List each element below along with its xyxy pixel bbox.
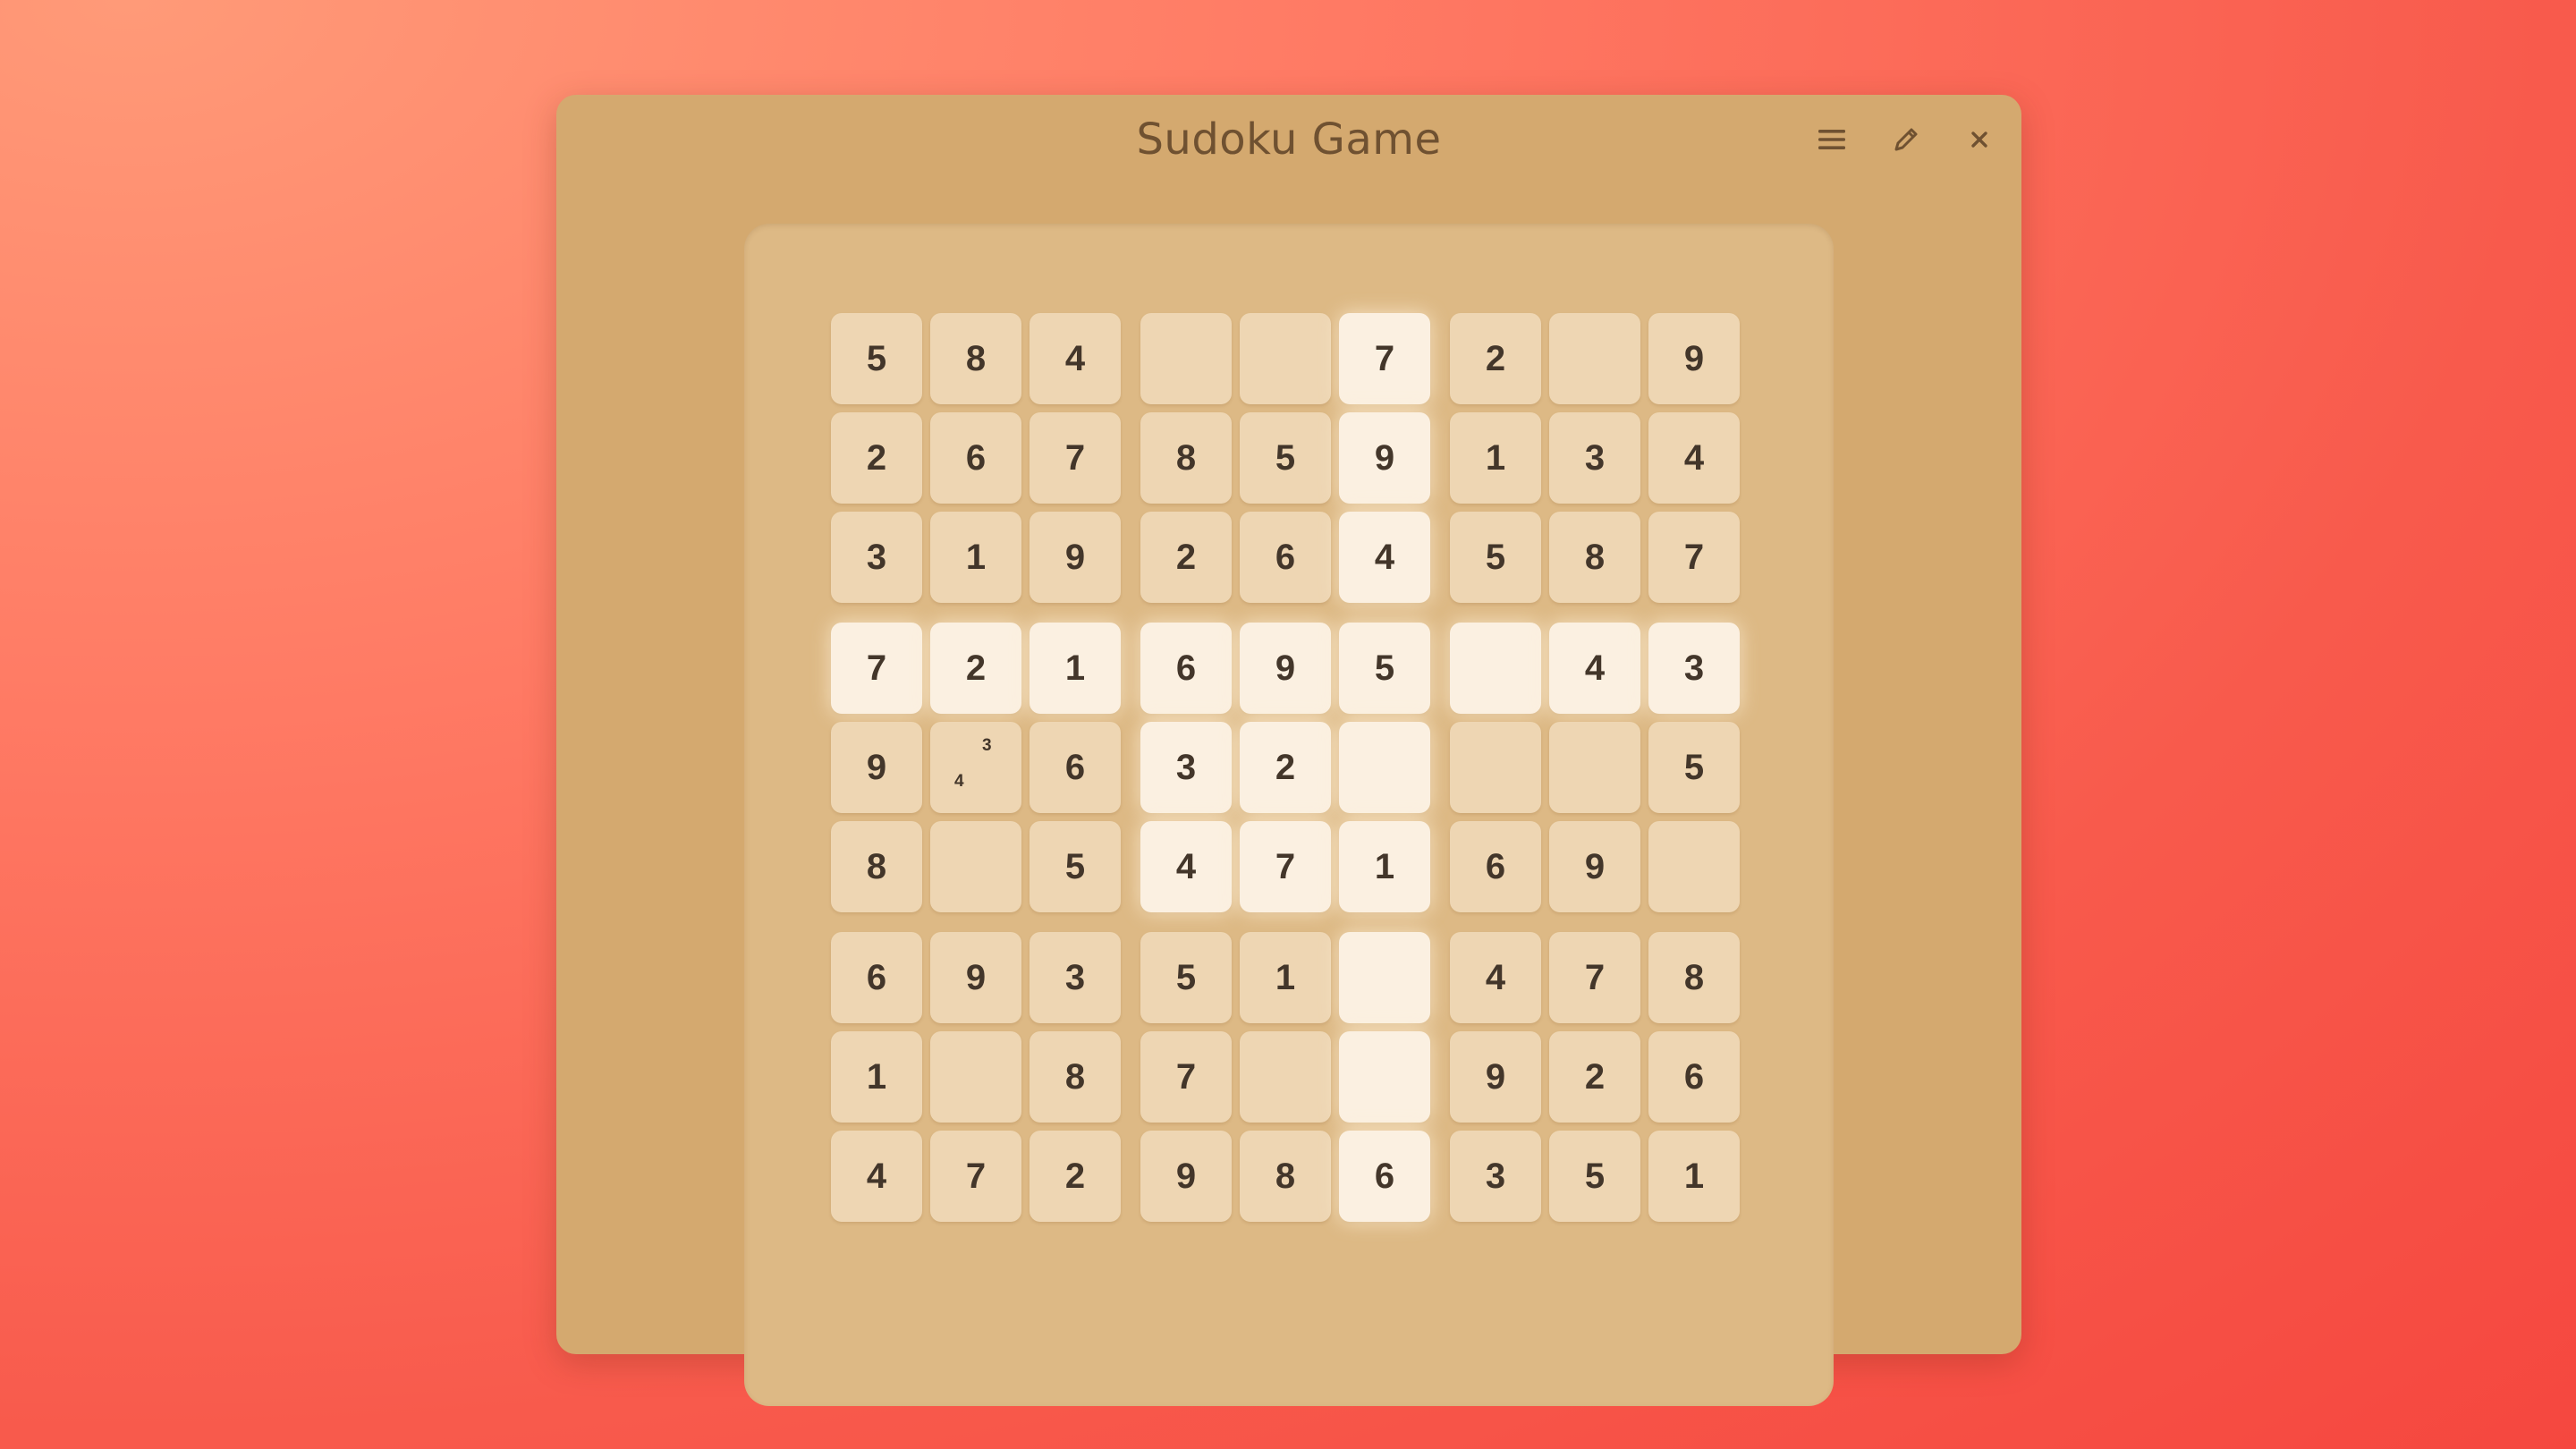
sudoku-cell[interactable]: 2 [1140,512,1232,603]
sudoku-cell[interactable]: 5 [1140,932,1232,1023]
sudoku-cell[interactable]: 1 [1030,623,1121,714]
sudoku-cell[interactable] [1140,313,1232,404]
sudoku-cell[interactable]: 4 [1339,512,1430,603]
sudoku-cell[interactable] [1339,1031,1430,1123]
sudoku-cell[interactable]: 1 [1648,1131,1740,1222]
sudoku-cell[interactable]: 4 [1140,821,1232,912]
sudoku-cell[interactable]: 1 [831,1031,922,1123]
sudoku-cell[interactable]: 2 [1030,1131,1121,1222]
sudoku-cell[interactable]: 8 [930,313,1021,404]
sudoku-cell[interactable]: 7 [930,1131,1021,1222]
sudoku-cell[interactable]: 7 [1339,313,1430,404]
sudoku-cell[interactable] [1240,1031,1331,1123]
sudoku-cell[interactable]: 2 [930,623,1021,714]
sudoku-cell[interactable]: 5 [1648,722,1740,813]
sudoku-cell[interactable]: 9 [1648,313,1740,404]
sudoku-cell[interactable] [1339,722,1430,813]
close-icon [1968,128,1991,151]
sudoku-cell[interactable]: 9 [1140,1131,1232,1222]
close-button[interactable] [1954,114,2004,165]
sudoku-cell[interactable]: 1 [930,512,1021,603]
sudoku-cell[interactable] [1648,821,1740,912]
sudoku-cell[interactable]: 8 [1140,412,1232,504]
sudoku-cell[interactable]: 6 [1140,623,1232,714]
sudoku-cell[interactable]: 7 [1240,821,1331,912]
sudoku-cell[interactable]: 4 [1648,412,1740,504]
sudoku-cell[interactable]: 8 [1030,1031,1121,1123]
menu-button[interactable] [1807,114,1857,165]
sudoku-cell[interactable] [1549,313,1640,404]
sudoku-cell[interactable] [1339,932,1430,1023]
sudoku-cell[interactable] [930,821,1021,912]
sudoku-cell[interactable]: 7 [1030,412,1121,504]
sudoku-cell[interactable]: 9 [1030,512,1121,603]
pencil-note: 3 [982,736,992,755]
sudoku-cell[interactable]: 3 [1140,722,1232,813]
sudoku-cell[interactable]: 9 [1240,623,1331,714]
sudoku-cell[interactable]: 5 [1549,1131,1640,1222]
sudoku-cell[interactable]: 7 [1140,1031,1232,1123]
sudoku-cell[interactable]: 5 [831,313,922,404]
sudoku-cell[interactable]: 2 [1450,313,1541,404]
sudoku-cell[interactable]: 7 [1549,932,1640,1023]
pencil-icon [1891,124,1921,155]
sudoku-cell[interactable]: 5 [1240,412,1331,504]
sudoku-cell[interactable]: 1 [1240,932,1331,1023]
sudoku-cell[interactable]: 2 [1549,1031,1640,1123]
sudoku-cell[interactable] [1240,313,1331,404]
sudoku-cell[interactable]: 9 [1450,1031,1541,1123]
sudoku-cell[interactable]: 34 [930,722,1021,813]
sudoku-cell[interactable]: 9 [930,932,1021,1023]
sudoku-cell[interactable]: 6 [1648,1031,1740,1123]
sudoku-cell[interactable]: 3 [1549,412,1640,504]
sudoku-cell[interactable]: 8 [1648,932,1740,1023]
pencil-note: 4 [954,772,964,791]
sudoku-cell[interactable]: 6 [930,412,1021,504]
sudoku-cell[interactable] [1450,623,1541,714]
title-bar: Sudoku Game [556,95,2021,181]
sudoku-cell[interactable]: 9 [1339,412,1430,504]
sudoku-cell[interactable] [1450,722,1541,813]
sudoku-cell[interactable]: 3 [1450,1131,1541,1222]
sudoku-cell[interactable]: 6 [1339,1131,1430,1222]
sudoku-cell[interactable] [930,1031,1021,1123]
sudoku-cell[interactable]: 1 [1339,821,1430,912]
sudoku-cell[interactable]: 4 [1030,313,1121,404]
sudoku-cell[interactable]: 8 [1549,512,1640,603]
sudoku-cell[interactable]: 6 [1030,722,1121,813]
pencil-mode-button[interactable] [1881,114,1931,165]
sudoku-cell[interactable]: 6 [831,932,922,1023]
sudoku-cell[interactable]: 8 [831,821,922,912]
sudoku-cell[interactable]: 6 [1240,512,1331,603]
window-title: Sudoku Game [1136,114,1442,165]
sudoku-cell[interactable]: 5 [1339,623,1430,714]
sudoku-cell[interactable]: 1 [1450,412,1541,504]
sudoku-cell[interactable]: 2 [1240,722,1331,813]
game-window: Sudoku Game 5 8 4 7 2 9 2 6 7 8 5 9 1 3 … [556,95,2021,1406]
sudoku-cell[interactable]: 5 [1450,512,1541,603]
sudoku-cell[interactable]: 3 [1030,932,1121,1023]
sudoku-cell[interactable]: 5 [1030,821,1121,912]
sudoku-cell[interactable]: 3 [1648,623,1740,714]
sudoku-board: 5847292678591343192645877216954393463258… [744,224,1834,1406]
sudoku-cell[interactable]: 2 [831,412,922,504]
sudoku-cell[interactable]: 7 [1648,512,1740,603]
sudoku-cell[interactable]: 7 [831,623,922,714]
sudoku-cell[interactable] [1549,722,1640,813]
sudoku-cell[interactable]: 9 [1549,821,1640,912]
sudoku-cell[interactable]: 4 [831,1131,922,1222]
sudoku-cell[interactable]: 4 [1549,623,1640,714]
sudoku-cell[interactable]: 6 [1450,821,1541,912]
sudoku-cell[interactable]: 8 [1240,1131,1331,1222]
sudoku-cell[interactable]: 9 [831,722,922,813]
sudoku-cell[interactable]: 3 [831,512,922,603]
hamburger-menu-icon [1817,126,1847,153]
sudoku-cell[interactable]: 4 [1450,932,1541,1023]
